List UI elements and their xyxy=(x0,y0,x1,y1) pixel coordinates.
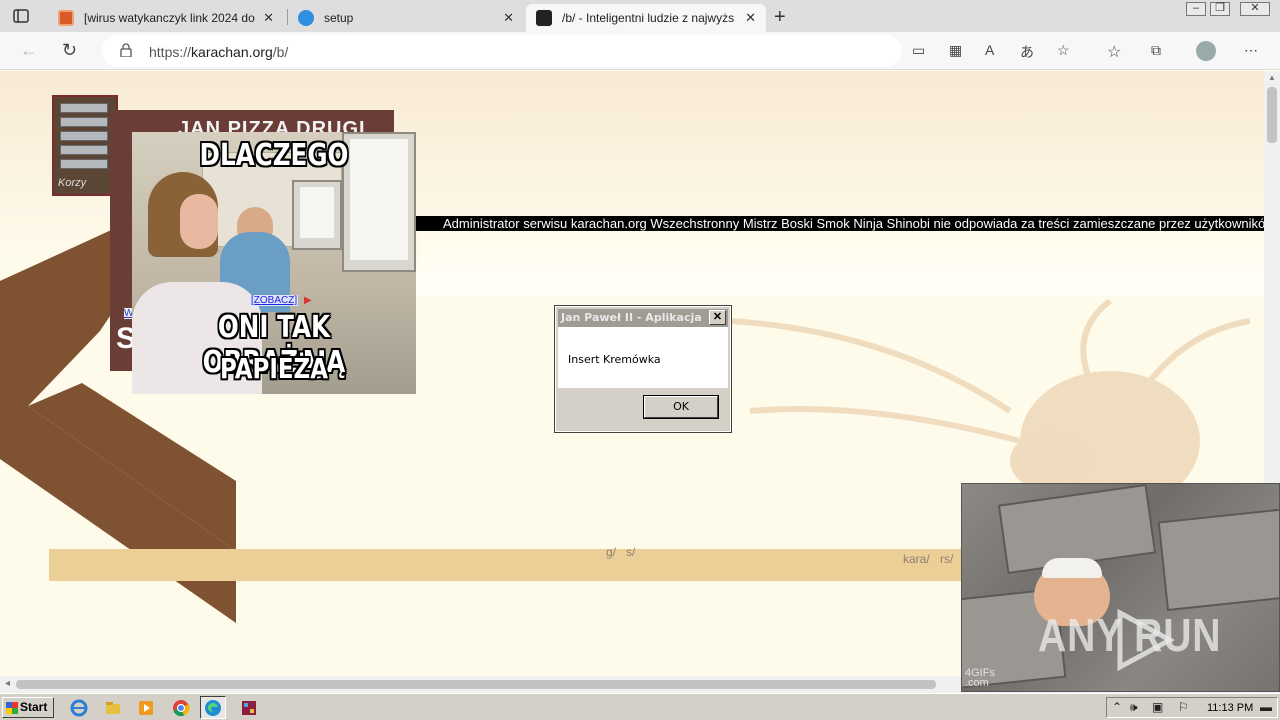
show-desktop-icon[interactable]: ▬ xyxy=(1260,700,1272,714)
lock-icon xyxy=(120,43,132,57)
meme-top-text: DLACZEGO xyxy=(199,138,349,173)
refresh-icon[interactable]: ↻ xyxy=(62,40,77,61)
taskbar-clock[interactable]: 11:13 PM xyxy=(1207,702,1253,714)
media-player-icon[interactable] xyxy=(137,699,155,717)
arrow-icon: ▶ xyxy=(304,295,312,306)
meme-bottom-text-line2: PAPIEŻA xyxy=(220,352,328,385)
winrar-icon[interactable] xyxy=(240,699,258,717)
server-rack-thumbnail[interactable]: Korzy xyxy=(52,95,118,196)
address-bar[interactable]: https://karachan.org/b/ xyxy=(102,35,902,67)
archive-favicon-icon xyxy=(58,10,74,26)
tab-strip: [wirus watykanczyk link 2024 do ✕ setup … xyxy=(0,0,1280,32)
tab-title: /b/ - Inteligentni ludzie z najwyżs xyxy=(562,11,735,25)
profile-avatar[interactable] xyxy=(1196,41,1216,61)
tray-expand-icon[interactable]: ⌃ xyxy=(1112,700,1122,714)
apps-icon[interactable]: ▦ xyxy=(949,42,962,59)
read-aloud-icon[interactable]: A xyxy=(985,42,994,58)
dialog-title: Jan Paweł II - Aplikacja xyxy=(561,311,702,324)
new-tab-icon[interactable]: + xyxy=(774,6,786,29)
zucchetto-cap xyxy=(1042,558,1102,578)
pavement-slab xyxy=(1157,506,1279,612)
restore-icon[interactable]: ❐ xyxy=(1210,2,1230,16)
gif-source-label: 4GIFs .com xyxy=(965,667,995,689)
tab-wirus[interactable]: [wirus watykanczyk link 2024 do ✕ xyxy=(48,4,284,32)
minimize-icon[interactable]: – xyxy=(1186,2,1206,16)
app-available-icon[interactable]: ▭ xyxy=(912,42,925,59)
close-tab-icon[interactable]: ✕ xyxy=(503,10,514,26)
more-menu-icon[interactable]: ⋯ xyxy=(1244,42,1258,59)
admin-disclaimer-marquee: Administrator serwisu karachan.org Wszec… xyxy=(416,216,1264,231)
collections-icon[interactable]: ⧉ xyxy=(1151,42,1161,59)
dialog-body: Insert Kremówka xyxy=(558,327,728,388)
edge-taskbar-button[interactable] xyxy=(200,696,226,719)
close-window-icon[interactable]: ✕ xyxy=(1240,2,1270,16)
favorites-icon[interactable]: ☆ xyxy=(1107,42,1121,62)
meme-popup-front[interactable]: DLACZEGO ONI TAK OBRAŻAJĄ PAPIEŻA [ZOBAC… xyxy=(132,132,416,394)
rack-shelf xyxy=(60,117,108,127)
board-link-kara[interactable]: kara/ xyxy=(903,552,930,566)
crt-monitor xyxy=(292,180,342,250)
browser-toolbar: ← ↻ https://karachan.org/b/ ▭ ▦ A あ ☆ ☆ … xyxy=(0,32,1280,70)
jan-pawel-dialog: Jan Paweł II - Aplikacja ✕ Insert Kremów… xyxy=(554,305,732,433)
ok-button[interactable]: OK xyxy=(643,395,719,419)
file-explorer-icon[interactable] xyxy=(104,699,122,717)
tab-setup[interactable]: setup ✕ xyxy=(288,4,524,32)
taskbar: Start ⌃ 🕪 ▣ ⚐ 11:13 PM ▬ xyxy=(0,693,1280,720)
tab-title: setup xyxy=(324,11,354,25)
board-link-rs[interactable]: rs/ xyxy=(940,552,953,566)
volume-icon[interactable]: 🕪 xyxy=(1130,700,1138,715)
url-text: https://karachan.org/b/ xyxy=(149,44,289,60)
chrome-icon[interactable] xyxy=(172,699,190,717)
tab-karachan-b[interactable]: /b/ - Inteligentni ludzie z najwyżs ✕ xyxy=(526,4,766,32)
back-icon[interactable]: ← xyxy=(20,40,38,61)
close-tab-icon[interactable]: ✕ xyxy=(263,10,274,26)
edge-icon xyxy=(205,700,221,716)
board-links-bar xyxy=(49,549,961,581)
zobacz-link[interactable]: [ZOBACZ] xyxy=(250,295,299,306)
board-link-s[interactable]: s/ xyxy=(626,545,635,559)
rack-shelf xyxy=(60,103,108,113)
anyrun-watermark: ANY RUN xyxy=(1038,609,1222,661)
karachan-favicon-icon xyxy=(536,10,552,26)
add-favorite-icon[interactable]: ☆ xyxy=(1057,42,1070,59)
edge-favicon-icon xyxy=(298,10,314,26)
network-icon[interactable]: ▣ xyxy=(1152,700,1163,714)
internet-explorer-icon[interactable] xyxy=(70,699,88,717)
windows-logo-icon xyxy=(6,702,18,714)
vertical-scroll-thumb[interactable] xyxy=(1267,87,1277,143)
dialog-titlebar[interactable]: Jan Paweł II - Aplikacja ✕ xyxy=(558,309,728,327)
tab-title: [wirus watykanczyk link 2024 do xyxy=(84,11,255,25)
dialog-message: Insert Kremówka xyxy=(568,353,661,366)
scroll-up-icon[interactable]: ▲ xyxy=(1268,73,1276,82)
close-tab-icon[interactable]: ✕ xyxy=(745,10,756,26)
horizontal-scroll-thumb[interactable] xyxy=(16,680,936,689)
board-link-g[interactable]: g/ xyxy=(606,545,616,559)
girl-face xyxy=(180,194,218,249)
tab-actions-icon[interactable] xyxy=(12,7,30,25)
translate-icon[interactable]: あ xyxy=(1020,42,1034,62)
action-center-flag-icon[interactable]: ⚐ xyxy=(1178,700,1189,714)
scroll-left-icon[interactable]: ◂ xyxy=(5,678,10,689)
rack-shelf xyxy=(60,159,108,169)
pope-gif-overlay: ANY RUN 4GIFs .com xyxy=(961,483,1280,692)
dialog-close-icon[interactable]: ✕ xyxy=(709,310,726,325)
start-label: Start xyxy=(20,700,48,714)
rack-shelf xyxy=(60,145,108,155)
start-button[interactable]: Start xyxy=(2,697,54,718)
rack-shelf xyxy=(60,131,108,141)
thumbnail-caption: Korzy xyxy=(58,177,87,189)
